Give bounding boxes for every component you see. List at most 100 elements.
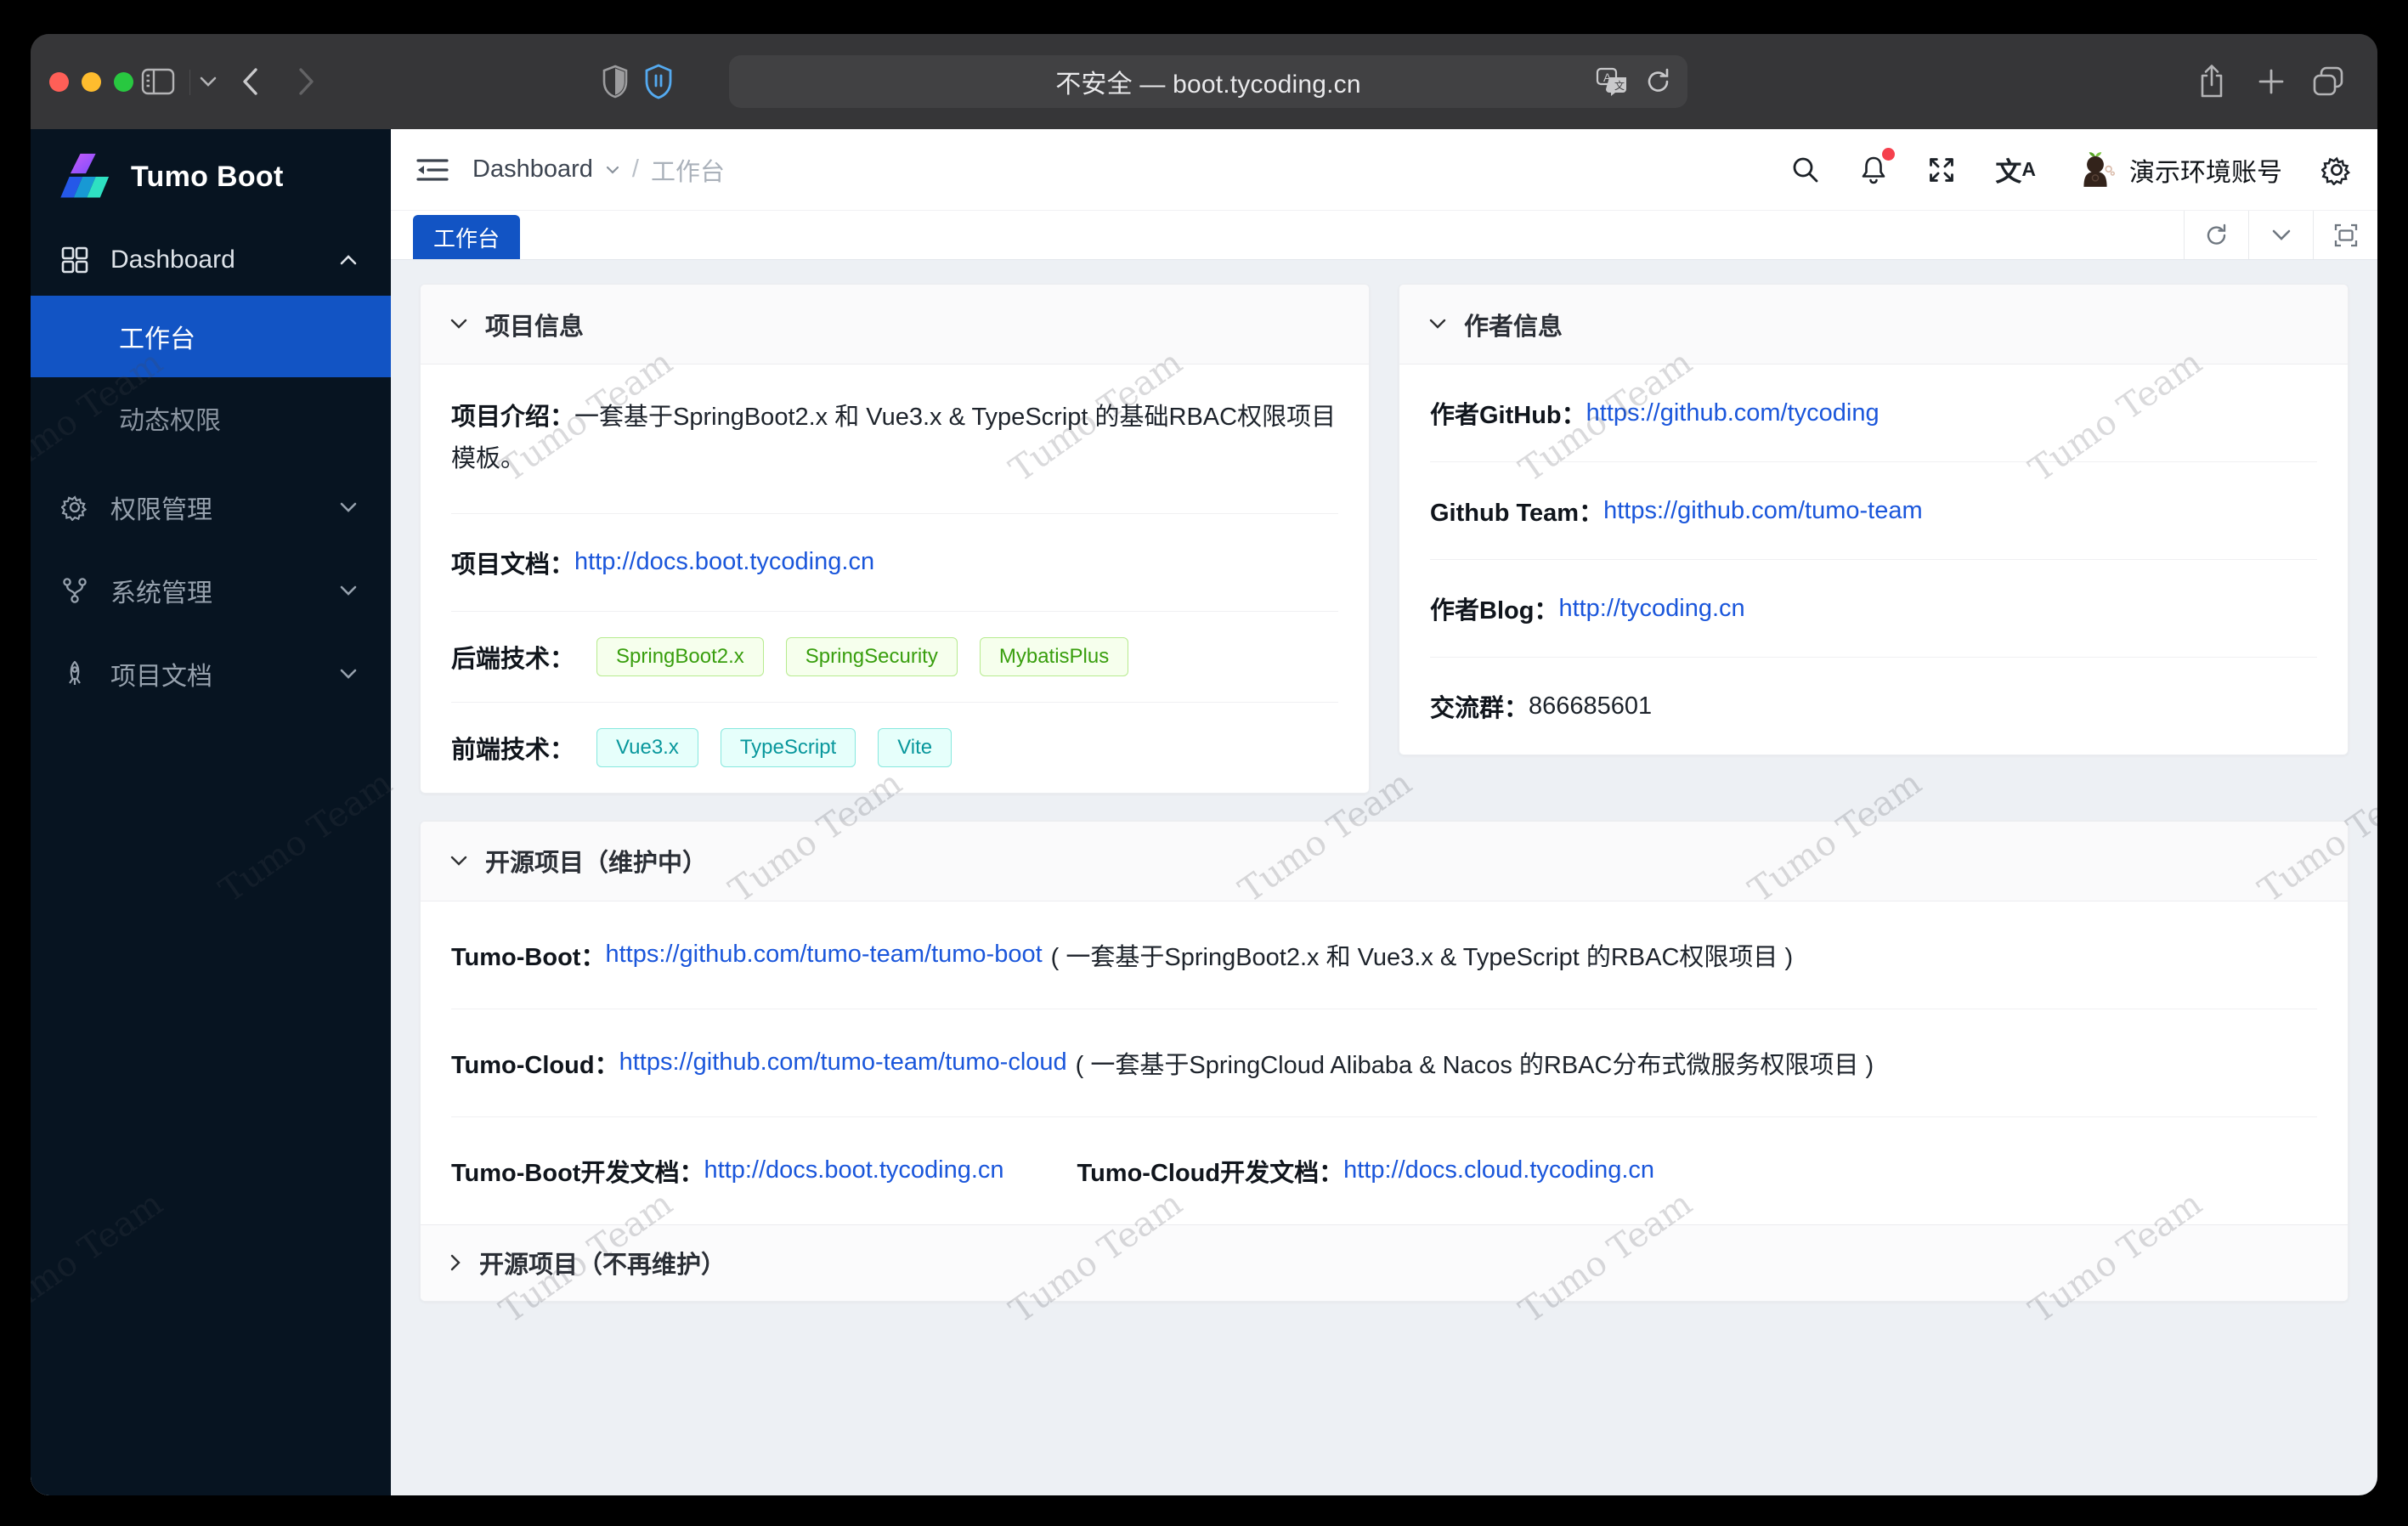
minimize-window-button[interactable]	[82, 71, 101, 92]
collapse-chevron-right-icon	[450, 1254, 461, 1271]
breadcrumb-separator: /	[631, 155, 639, 183]
sidebar-item-label: 系统管理	[110, 579, 212, 608]
page-content: 项目信息 项目介绍：一套基于SpringBoot2.x 和 Vue3.x & T…	[391, 260, 2377, 1495]
toolbar-dropdown-chevron[interactable]	[199, 34, 218, 129]
user-menu[interactable]: 演示环境账号	[2075, 150, 2282, 190]
backend-tech-row: 后端技术： SpringBoot2.x SpringSecurity Mybat…	[451, 612, 1338, 703]
tab-options-button[interactable]	[2248, 211, 2313, 259]
avatar	[2083, 151, 2115, 187]
chevron-down-icon	[2272, 229, 2290, 240]
refresh-page-button[interactable]	[2184, 211, 2248, 259]
language-switch-button[interactable]: 文A	[1995, 150, 2036, 189]
account-name: 演示环境账号	[2129, 158, 2282, 187]
sidebar-item-system-management[interactable]: 系统管理	[31, 549, 391, 632]
back-button[interactable]	[239, 34, 261, 129]
caret-down-icon	[606, 166, 619, 174]
sidebar-item-dashboard[interactable]: Dashboard	[31, 224, 391, 296]
field-label: 交流群：	[1430, 695, 1529, 722]
project-doc-row: 项目文档： http://docs.boot.tycoding.cn	[451, 514, 1338, 612]
breadcrumb: Dashboard / 工作台	[472, 152, 725, 188]
sidebar: Tumo Boot Dashboard 工作台 动态权限 权限管理 系统管理 项…	[31, 129, 391, 1495]
window-controls	[49, 34, 133, 129]
tab-bar: 工作台	[391, 211, 2377, 260]
notification-badge	[1882, 147, 1896, 161]
card-title: 项目信息	[485, 313, 585, 341]
sidebar-toggle-button[interactable]	[141, 34, 175, 129]
gear-icon	[2321, 156, 2351, 185]
field-label: Tumo-Boot开发文档：	[451, 1159, 704, 1187]
tech-tag: TypeScript	[720, 727, 856, 767]
translate-icon: 文	[1995, 157, 2022, 187]
sidebar-item-workbench[interactable]: 工作台	[31, 296, 391, 377]
author-blog-row: 作者Blog： http://tycoding.cn	[1430, 560, 2317, 658]
tabs-icon	[2313, 66, 2343, 96]
sidebar-item-label: Dashboard	[110, 246, 235, 274]
adblock-shield-icon[interactable]	[644, 34, 673, 129]
collapse-sidebar-button[interactable]	[416, 157, 449, 183]
address-bar[interactable]: 不安全 — boot.tycoding.cn A 文	[729, 55, 1687, 108]
field-label: 作者Blog：	[1430, 597, 1559, 625]
field-label: Tumo-Cloud开发文档：	[1077, 1159, 1344, 1187]
author-blog-link[interactable]: http://tycoding.cn	[1558, 595, 1744, 623]
project-info-header[interactable]: 项目信息	[421, 285, 1369, 365]
card-title: 开源项目（维护中）	[485, 850, 708, 878]
project-info-card: 项目信息 项目介绍：一套基于SpringBoot2.x 和 Vue3.x & T…	[420, 284, 1370, 794]
content-fullscreen-button[interactable]	[2313, 211, 2377, 259]
back-icon	[243, 68, 257, 95]
sidebar-item-project-docs[interactable]: 项目文档	[31, 632, 391, 715]
field-label: 项目文档：	[451, 551, 575, 579]
github-team-row: Github Team： https://github.com/tumo-tea…	[1430, 462, 2317, 560]
tumo-boot-link[interactable]: https://github.com/tumo-team/tumo-boot	[605, 941, 1042, 969]
tech-tag: MybatisPlus	[979, 636, 1129, 676]
notifications-button[interactable]	[1859, 147, 1896, 185]
privacy-shield-icon[interactable]	[602, 34, 629, 129]
qq-group-row: 交流群： 866685601	[1430, 658, 2317, 755]
settings-button[interactable]	[2321, 155, 2352, 185]
rocket-icon	[69, 660, 81, 685]
gear-icon	[61, 495, 88, 521]
branch-icon	[63, 578, 87, 603]
project-desc: ( 一套基于SpringBoot2.x 和 Vue3.x & TypeScrip…	[1050, 943, 1794, 971]
menu-fold-icon	[416, 158, 449, 181]
author-github-link[interactable]: https://github.com/tycoding	[1586, 399, 1879, 427]
author-info-header[interactable]: 作者信息	[1399, 285, 2348, 365]
field-label: 作者GitHub：	[1430, 402, 1586, 429]
shield-pause-icon	[645, 64, 672, 99]
reload-button[interactable]	[1645, 67, 1672, 96]
tab-overview-button[interactable]	[2311, 34, 2345, 129]
sidebar-item-permission-management[interactable]: 权限管理	[31, 466, 391, 549]
share-button[interactable]	[2197, 34, 2226, 129]
tumo-cloud-docs-link[interactable]: http://docs.cloud.tycoding.cn	[1343, 1156, 1654, 1184]
tab-workbench[interactable]: 工作台	[413, 215, 521, 259]
page-header: Dashboard / 工作台 文 A 演示环境账号	[391, 129, 2377, 211]
opensource-card: 开源项目（维护中） Tumo-Boot： https://github.com/…	[420, 820, 2349, 1302]
opensource-maintained-header[interactable]: 开源项目（维护中）	[421, 821, 2348, 901]
brand-name: Tumo Boot	[131, 160, 284, 193]
author-github-row: 作者GitHub： https://github.com/tycoding	[1430, 365, 2317, 462]
brand[interactable]: Tumo Boot	[31, 129, 391, 224]
translate-page-icon[interactable]: A 文	[1596, 67, 1630, 96]
forward-button[interactable]	[296, 34, 318, 129]
project-doc-link[interactable]: http://docs.boot.tycoding.cn	[574, 548, 874, 576]
fullscreen-button[interactable]	[1927, 155, 1956, 184]
field-label: 项目介绍：	[451, 404, 575, 431]
field-label: Tumo-Cloud：	[451, 1051, 619, 1079]
search-button[interactable]	[1791, 155, 1820, 184]
forward-icon	[299, 68, 314, 95]
github-team-link[interactable]: https://github.com/tumo-team	[1603, 497, 1923, 525]
tumo-cloud-link[interactable]: https://github.com/tumo-team/tumo-cloud	[619, 1048, 1067, 1077]
sidebar-item-label: 工作台	[119, 325, 195, 353]
close-window-button[interactable]	[49, 71, 69, 92]
browser-titlebar: 不安全 — boot.tycoding.cn A 文	[31, 34, 2377, 129]
chevron-down-icon	[340, 669, 357, 679]
breadcrumb-dashboard[interactable]: Dashboard	[472, 155, 593, 184]
collapse-chevron-down-icon	[450, 856, 467, 866]
field-label: 前端技术：	[451, 736, 575, 764]
tech-tag: Vite	[878, 727, 952, 767]
opensource-deprecated-header[interactable]: 开源项目（不再维护）	[421, 1224, 2348, 1301]
new-tab-button[interactable]	[2257, 34, 2286, 129]
zoom-window-button[interactable]	[114, 71, 133, 92]
app-viewport: Tumo Boot Dashboard 工作台 动态权限 权限管理 系统管理 项…	[31, 129, 2377, 1495]
tumo-boot-docs-link[interactable]: http://docs.boot.tycoding.cn	[704, 1156, 1003, 1184]
sidebar-item-dynamic-permission[interactable]: 动态权限	[31, 377, 391, 459]
